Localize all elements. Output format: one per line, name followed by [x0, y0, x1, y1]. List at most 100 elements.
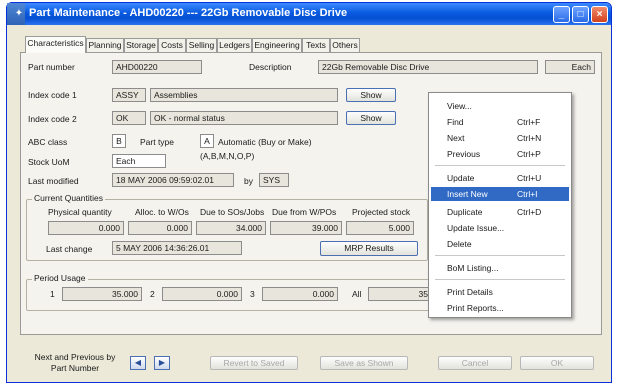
stock-uom-label: Stock UoM [28, 157, 70, 167]
part-type-desc: Automatic (Buy or Make) [218, 137, 312, 147]
window-title: Part Maintenance - AHD00220 --- 22Gb Rem… [29, 7, 348, 19]
save-as-shown-button[interactable]: Save as Shown [320, 356, 408, 370]
tab-planning[interactable]: Planning [86, 38, 124, 53]
app-icon: ✦ [14, 8, 24, 19]
menu-item-view[interactable]: View... [431, 99, 569, 113]
menu-label: Next [447, 133, 465, 143]
part-number-label: Part number [28, 62, 75, 72]
mrp-results-button[interactable]: MRP Results [320, 241, 418, 256]
menu-item-duplicate[interactable]: Duplicate Ctrl+D [431, 205, 569, 219]
abc-class-field[interactable]: B [112, 134, 126, 148]
qty-header-projected: Projected stock [352, 207, 411, 217]
part-number-field[interactable]: AHD00220 [112, 60, 202, 74]
description-label: Description [249, 62, 292, 72]
menu-label: Duplicate [447, 207, 483, 217]
last-change-label: Last change [46, 244, 93, 254]
period-1-value: 35.000 [62, 287, 142, 301]
maximize-icon[interactable]: □ [572, 6, 589, 23]
menu-item-update-issue[interactable]: Update Issue... [431, 221, 569, 235]
context-menu: View... Find Ctrl+F Next Ctrl+N Previous Ct… [428, 92, 572, 318]
menu-label: Print Reports... [447, 303, 504, 313]
tab-texts[interactable]: Texts [302, 38, 330, 53]
menu-item-bom-listing[interactable]: BoM Listing... [431, 261, 569, 275]
menu-label: Update Issue... [447, 223, 505, 233]
tab-storage[interactable]: Storage [124, 38, 158, 53]
last-modified-field: 18 MAY 2006 09:59:02.01 [112, 173, 234, 187]
tab-costs[interactable]: Costs [158, 38, 186, 53]
close-icon[interactable]: × [591, 6, 608, 23]
menu-item-print-details[interactable]: Print Details [431, 285, 569, 299]
title-bar[interactable]: ✦ Part Maintenance - AHD00220 --- 22Gb R… [7, 3, 611, 25]
menu-label: Update [447, 173, 475, 183]
period-2-value: 0.000 [162, 287, 242, 301]
show-index-2-button[interactable]: Show [346, 111, 396, 125]
period-3-value: 0.000 [262, 287, 338, 301]
menu-separator [435, 279, 565, 280]
menu-separator [435, 165, 565, 166]
qty-due-from: 39.000 [270, 221, 342, 235]
menu-label: Delete [447, 239, 472, 249]
menu-shortcut: Ctrl+N [517, 133, 542, 143]
last-change-field: 5 MAY 2006 14:36:26.01 [112, 241, 242, 255]
revert-to-saved-button[interactable]: Revert to Saved [210, 356, 298, 370]
show-index-1-button[interactable]: Show [346, 88, 396, 102]
tab-others[interactable]: Others [330, 38, 360, 53]
menu-label: Previous [447, 149, 481, 159]
qty-header-due-from: Due from W/POs [272, 207, 337, 217]
menu-shortcut: Ctrl+P [517, 149, 541, 159]
ok-button[interactable]: OK [520, 356, 594, 370]
menu-label: View... [447, 101, 472, 111]
tab-selling[interactable]: Selling [186, 38, 217, 53]
index-code-2-desc: OK - normal status [150, 111, 338, 125]
arrow-right-icon: ▶ [158, 358, 166, 367]
minimize-icon[interactable]: _ [553, 6, 570, 23]
qty-header-due-to: Due to SOs/Jobs [200, 207, 265, 217]
current-quantities-title: Current Quantities [32, 193, 105, 203]
part-type-field[interactable]: A [200, 134, 214, 148]
menu-shortcut: Ctrl+U [517, 173, 542, 183]
menu-item-delete[interactable]: Delete [431, 237, 569, 251]
menu-item-previous[interactable]: Previous Ctrl+P [431, 147, 569, 161]
period-all-value: 35 [368, 287, 432, 301]
tab-engineering[interactable]: Engineering [252, 38, 302, 53]
menu-item-insert-new[interactable]: Insert New Ctrl+I [431, 187, 569, 201]
index-code-1-field[interactable]: ASSY [112, 88, 146, 102]
menu-label: Find [447, 117, 464, 127]
menu-label: Insert New [447, 189, 488, 199]
qty-projected: 5.000 [346, 221, 414, 235]
period-usage-title: Period Usage [32, 273, 88, 283]
menu-item-find[interactable]: Find Ctrl+F [431, 115, 569, 129]
by-field: SYS [259, 173, 289, 187]
tab-characteristics[interactable]: Characteristics [25, 36, 86, 53]
part-type-label: Part type [140, 137, 175, 147]
index-code-1-desc: Assemblies [150, 88, 338, 102]
qty-alloc: 0.000 [128, 221, 192, 235]
next-part-button[interactable]: ▶ [154, 356, 170, 370]
abc-class-label: ABC class [28, 137, 68, 147]
menu-shortcut: Ctrl+F [517, 117, 541, 127]
arrow-left-icon: ◀ [134, 358, 142, 367]
tab-ledgers[interactable]: Ledgers [217, 38, 252, 53]
menu-shortcut: Ctrl+D [517, 207, 542, 217]
last-modified-label: Last modified [28, 176, 79, 186]
period-2-label: 2 [150, 289, 155, 299]
nav-label-line2: Part Number [50, 363, 100, 373]
cancel-button[interactable]: Cancel [438, 356, 512, 370]
menu-item-update[interactable]: Update Ctrl+U [431, 171, 569, 185]
menu-label: BoM Listing... [447, 263, 499, 273]
description-field[interactable]: 22Gb Removable Disc Drive [318, 60, 538, 74]
stock-uom-field[interactable]: Each [112, 154, 166, 168]
menu-item-print-reports[interactable]: Print Reports... [431, 301, 569, 315]
menu-item-next[interactable]: Next Ctrl+N [431, 131, 569, 145]
qty-physical: 0.000 [48, 221, 124, 235]
index-code-2-label: Index code 2 [28, 114, 77, 124]
qty-header-physical: Physical quantity [48, 207, 112, 217]
qty-header-alloc: Alloc. to W/Os [135, 207, 189, 217]
uom-field: Each [545, 60, 595, 74]
index-code-2-field[interactable]: OK [112, 111, 146, 125]
period-all-label: All [352, 289, 362, 299]
nav-label-line1: Next and Previous by [34, 352, 116, 362]
previous-part-button[interactable]: ◀ [130, 356, 146, 370]
period-3-label: 3 [250, 289, 255, 299]
menu-separator [435, 255, 565, 256]
